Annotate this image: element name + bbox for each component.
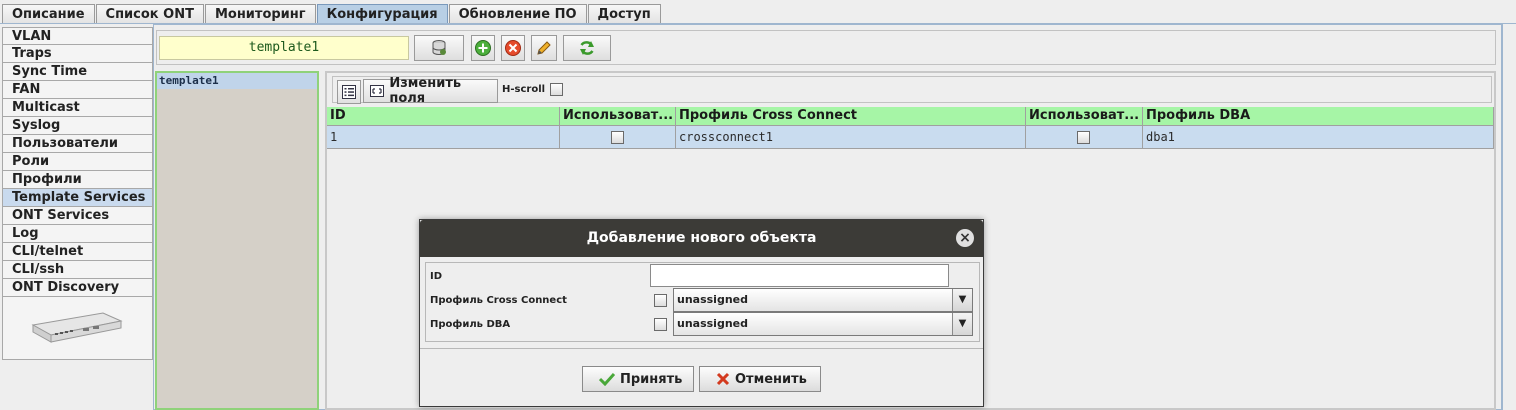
chevron-down-icon[interactable]: ▼ bbox=[952, 313, 972, 335]
refresh-icon bbox=[580, 41, 594, 55]
dba-label: Профиль DBA bbox=[430, 319, 511, 330]
database-icon bbox=[432, 40, 446, 55]
dialog-divider bbox=[420, 348, 983, 349]
add-object-dialog: Добавление нового объекта × ID Профиль C… bbox=[419, 219, 984, 407]
tab-firmware-update[interactable]: Обновление ПО bbox=[448, 4, 587, 24]
table-row[interactable]: 1 crossconnect1 dba1 bbox=[327, 126, 1494, 149]
device-image bbox=[2, 297, 153, 360]
cell-id: 1 bbox=[327, 126, 560, 149]
sidebar-item-users[interactable]: Пользователи bbox=[2, 135, 153, 153]
delete-icon bbox=[505, 40, 521, 56]
tab-ont-list[interactable]: Список ONT bbox=[95, 4, 204, 24]
fields-icon bbox=[370, 85, 384, 97]
accept-button[interactable]: Принять bbox=[582, 366, 694, 392]
dialog-title: Добавление нового объекта bbox=[586, 230, 817, 246]
dba-checkbox[interactable] bbox=[654, 318, 667, 331]
id-field[interactable] bbox=[650, 264, 949, 287]
columns-button[interactable] bbox=[337, 80, 361, 104]
tab-description[interactable]: Описание bbox=[2, 4, 95, 24]
cancel-label: Отменить bbox=[735, 371, 807, 387]
template-list: template1 bbox=[155, 71, 319, 410]
hscroll-checkbox[interactable] bbox=[550, 83, 563, 96]
sidebar-item-fan[interactable]: FAN bbox=[2, 81, 153, 99]
cell-use-dba bbox=[1026, 126, 1143, 149]
olt-device-icon bbox=[31, 312, 123, 343]
sidebar-item-log[interactable]: Log bbox=[2, 225, 153, 243]
tab-monitoring[interactable]: Мониторинг bbox=[204, 4, 316, 24]
id-label: ID bbox=[430, 271, 443, 282]
refresh-button[interactable] bbox=[563, 35, 611, 61]
dba-value: unassigned bbox=[677, 317, 748, 330]
column-header-use-cc[interactable]: Использоват... bbox=[560, 107, 676, 126]
cross-connect-value: unassigned bbox=[677, 293, 748, 306]
cross-icon bbox=[716, 372, 730, 386]
sidebar-item-cli-telnet[interactable]: CLI/telnet bbox=[2, 243, 153, 261]
dialog-title-bar[interactable]: Добавление нового объекта × bbox=[420, 220, 983, 257]
services-table: ID Использоват... Профиль Cross Connect … bbox=[327, 107, 1494, 149]
cell-cross-connect: crossconnect1 bbox=[676, 126, 1026, 149]
add-icon bbox=[475, 40, 491, 56]
sidebar-item-multicast[interactable]: Multicast bbox=[2, 99, 153, 117]
check-icon bbox=[599, 372, 615, 386]
sidebar-item-cli-ssh[interactable]: CLI/ssh bbox=[2, 261, 153, 279]
accept-label: Принять bbox=[620, 371, 683, 387]
edit-button[interactable] bbox=[531, 35, 557, 61]
chevron-down-icon[interactable]: ▼ bbox=[952, 289, 972, 311]
column-header-cross-connect[interactable]: Профиль Cross Connect bbox=[676, 107, 1026, 126]
edit-fields-button[interactable]: Изменить поля bbox=[363, 76, 498, 106]
cell-dba: dba1 bbox=[1143, 126, 1494, 149]
hscroll-label: H-scroll bbox=[502, 84, 546, 95]
sidebar-item-profiles[interactable]: Профили bbox=[2, 171, 153, 189]
table-header: ID Использоват... Профиль Cross Connect … bbox=[327, 107, 1494, 126]
dba-select[interactable]: unassigned ▼ bbox=[673, 312, 973, 336]
sidebar-item-ont-discovery[interactable]: ONT Discovery bbox=[2, 279, 153, 297]
config-sidebar: VLAN Traps Sync Time FAN Multicast Syslo… bbox=[2, 27, 153, 360]
cross-connect-select[interactable]: unassigned ▼ bbox=[673, 288, 973, 312]
template-name-field[interactable]: template1 bbox=[159, 36, 409, 60]
delete-button[interactable] bbox=[501, 35, 525, 61]
sidebar-item-traps[interactable]: Traps bbox=[2, 45, 153, 63]
column-header-dba[interactable]: Профиль DBA bbox=[1143, 107, 1494, 126]
cancel-button[interactable]: Отменить bbox=[699, 366, 821, 392]
sidebar-item-ont-services[interactable]: ONT Services bbox=[2, 207, 153, 225]
tab-configuration[interactable]: Конфигурация bbox=[316, 4, 448, 24]
list-item[interactable]: template1 bbox=[157, 73, 317, 89]
database-button[interactable] bbox=[414, 35, 464, 61]
cross-connect-label: Профиль Cross Connect bbox=[430, 295, 567, 306]
column-header-id[interactable]: ID bbox=[327, 107, 560, 126]
cell-use-cc bbox=[560, 126, 676, 149]
pencil-icon bbox=[537, 41, 551, 55]
add-button[interactable] bbox=[471, 35, 495, 61]
cross-connect-checkbox[interactable] bbox=[654, 294, 667, 307]
use-dba-checkbox[interactable] bbox=[1077, 131, 1090, 144]
sidebar-item-sync-time[interactable]: Sync Time bbox=[2, 63, 153, 81]
tab-access[interactable]: Доступ bbox=[587, 4, 661, 24]
sidebar-item-syslog[interactable]: Syslog bbox=[2, 117, 153, 135]
sidebar-item-roles[interactable]: Роли bbox=[2, 153, 153, 171]
close-icon[interactable]: × bbox=[956, 229, 974, 247]
edit-fields-label: Изменить поля bbox=[389, 76, 462, 106]
main-tabs: Описание Список ONT Мониторинг Конфигура… bbox=[2, 4, 662, 24]
sidebar-item-vlan[interactable]: VLAN bbox=[2, 27, 153, 45]
column-header-use-dba[interactable]: Использоват... bbox=[1026, 107, 1143, 126]
list-icon bbox=[342, 85, 356, 99]
use-cc-checkbox[interactable] bbox=[611, 131, 624, 144]
sidebar-item-template-services[interactable]: Template Services bbox=[2, 189, 153, 207]
